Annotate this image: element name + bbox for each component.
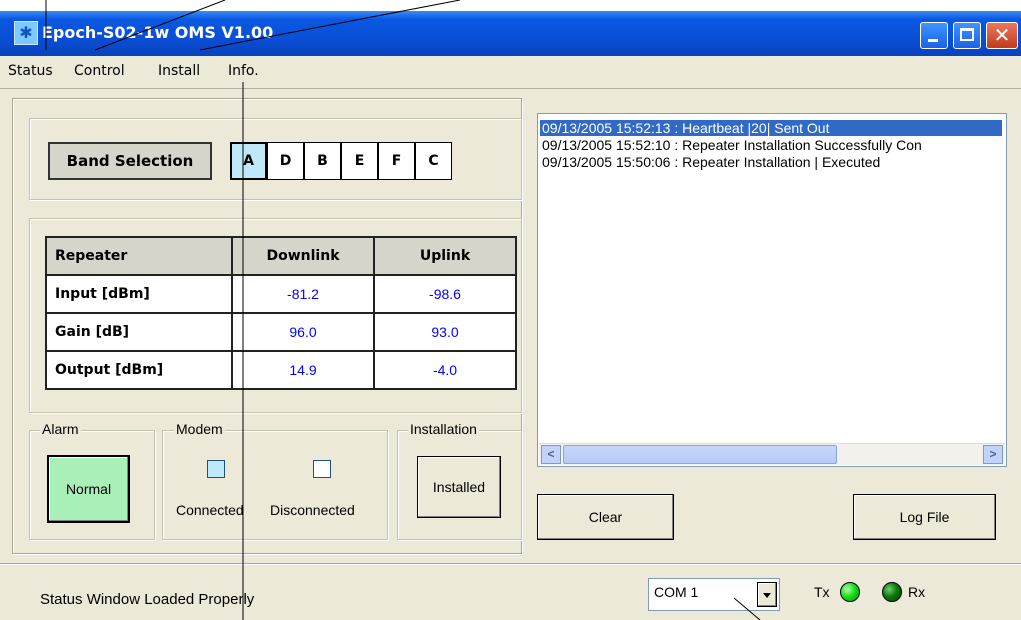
band-e[interactable]: E [341,142,378,180]
band-b[interactable]: B [304,142,341,180]
table-row: Output [dBm] 14.9 -4.0 [45,350,517,390]
table-header-repeater: Repeater [45,236,233,276]
modem-connected-indicator [207,460,225,478]
scrollbar-thumb[interactable] [563,445,837,464]
table-row: Input [dBm] -81.2 -98.6 [45,274,517,314]
installed-button[interactable]: Installed [417,456,501,518]
menu-status[interactable]: Status [8,63,53,79]
log-line[interactable]: 09/13/2005 15:52:10 : Repeater Installat… [540,137,924,153]
modem-legend: Modem [174,421,225,437]
close-button[interactable]: ✕ [986,22,1018,49]
window-title: Epoch-S02-1w OMS V1.00 [42,23,274,42]
band-a[interactable]: A [230,142,267,180]
chevron-down-icon[interactable] [757,582,777,607]
clear-button[interactable]: Clear [537,494,674,540]
log-line[interactable]: 09/13/2005 15:50:06 : Repeater Installat… [540,154,882,170]
menu-info[interactable]: Info. [228,63,259,79]
minimize-icon [928,39,938,42]
menu-control[interactable]: Control [74,63,125,79]
menu-bar: Status Control Install Info. [0,56,1021,89]
maximize-icon [960,28,974,41]
alarm-legend: Alarm [40,421,81,437]
alarm-normal-button[interactable]: Normal [47,455,130,523]
band-selection-label: Band Selection [48,142,212,180]
com-port-value: COM 1 [654,584,699,600]
status-message: Status Window Loaded Properly [40,591,255,608]
installation-legend: Installation [408,421,479,437]
title-bar[interactable]: ✱ Epoch-S02-1w OMS V1.00 ✕ [0,11,1021,56]
row-label: Output [dBm] [45,350,233,390]
modem-disconnected-indicator [313,460,331,478]
rx-led-indicator [882,582,902,602]
menu-install[interactable]: Install [158,63,200,79]
status-separator [0,563,1021,565]
table-row: Gain [dB] 96.0 93.0 [45,312,517,352]
downlink-value: 96.0 [231,312,375,352]
band-f[interactable]: F [378,142,415,180]
com-port-select[interactable]: COM 1 [648,578,780,611]
modem-connected-label: Connected [176,502,244,518]
snowflake-icon: ✱ [14,21,38,45]
close-icon: ✕ [993,23,1011,47]
horizontal-scrollbar[interactable]: < > [539,443,1005,465]
band-c[interactable]: C [415,142,452,180]
uplink-value: 93.0 [373,312,517,352]
downlink-value: -81.2 [231,274,375,314]
repeater-table: Repeater Downlink Uplink Input [dBm] -81… [45,236,517,390]
rx-label: Rx [908,584,926,600]
log-file-button[interactable]: Log File [853,494,996,540]
table-header-downlink: Downlink [231,236,375,276]
uplink-value: -4.0 [373,350,517,390]
row-label: Gain [dB] [45,312,233,352]
band-d[interactable]: D [267,142,304,180]
scroll-right-icon[interactable]: > [983,445,1003,464]
tx-led-indicator [840,582,860,602]
maximize-button[interactable] [953,22,981,49]
uplink-value: -98.6 [373,274,517,314]
downlink-value: 14.9 [231,350,375,390]
tx-label: Tx [814,584,830,600]
log-line-selected[interactable]: 09/13/2005 15:52:13 : Heartbeat |20| Sen… [540,120,1002,136]
table-header-uplink: Uplink [373,236,517,276]
minimize-button[interactable] [920,22,948,49]
log-listbox[interactable]: 09/13/2005 15:52:13 : Heartbeat |20| Sen… [537,113,1007,467]
modem-disconnected-label: Disconnected [270,502,355,518]
scroll-left-icon[interactable]: < [541,445,561,464]
modem-group [162,430,388,540]
row-label: Input [dBm] [45,274,233,314]
